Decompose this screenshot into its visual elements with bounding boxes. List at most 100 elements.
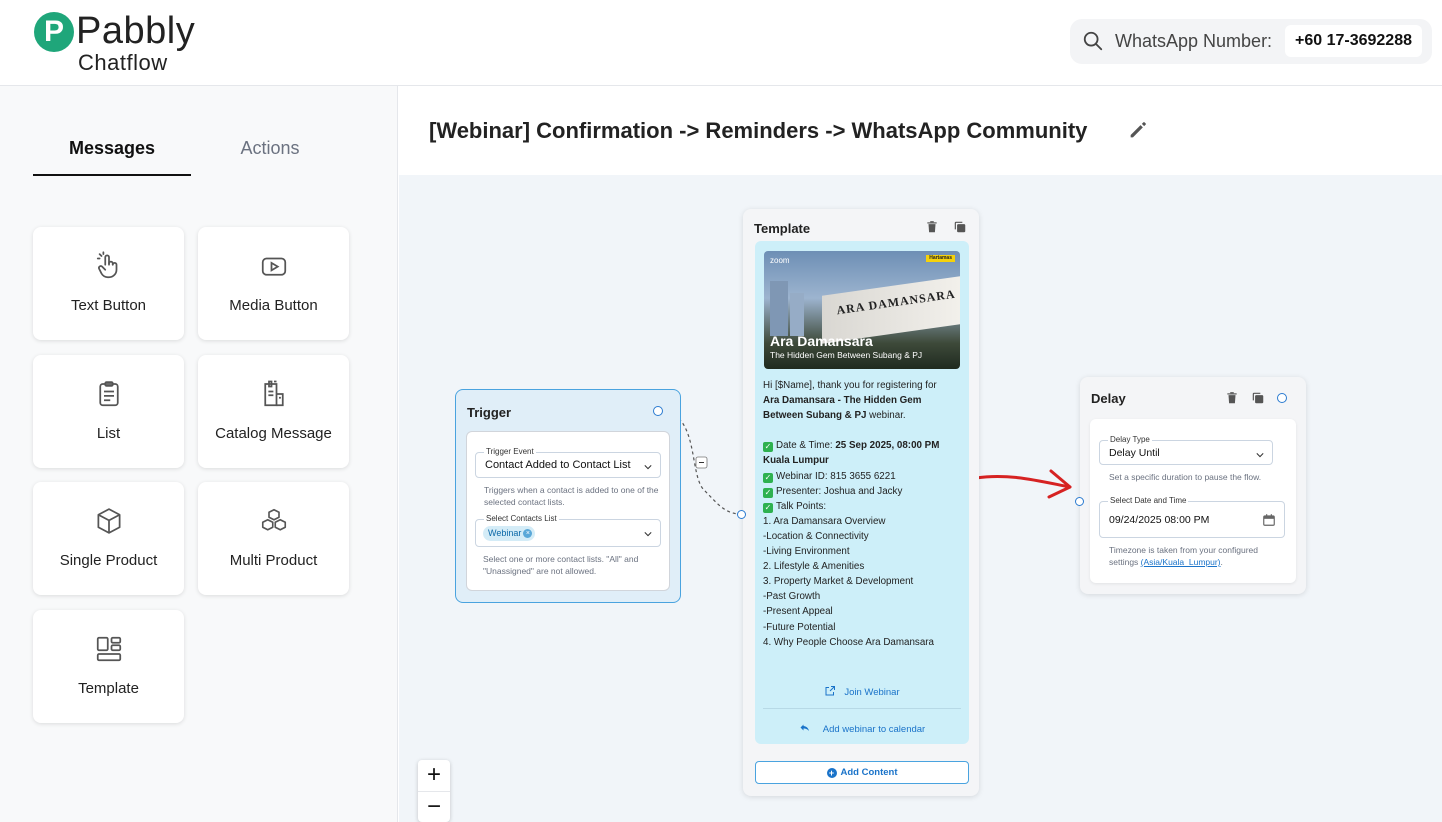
whatsapp-number-label: WhatsApp Number: bbox=[1115, 31, 1273, 51]
palette-item-multi-product[interactable]: Multi Product bbox=[198, 482, 349, 595]
trigger-node-title: Trigger bbox=[467, 405, 512, 420]
building-shape bbox=[770, 281, 788, 336]
play-button-icon bbox=[261, 257, 286, 276]
palette-item-single-product[interactable]: Single Product bbox=[33, 482, 184, 595]
banner-subtitle: The Hidden Gem Between Subang & PJ bbox=[770, 350, 923, 360]
tap-hand-icon bbox=[96, 251, 117, 279]
contacts-list-hint: Select one or more contact lists. "All" … bbox=[483, 554, 639, 576]
copy-icon[interactable] bbox=[953, 220, 967, 234]
contact-list-chip[interactable]: Webinar × bbox=[483, 526, 536, 541]
webinar-id-text: Webinar ID: 815 3655 6221 bbox=[776, 470, 896, 482]
trash-icon[interactable] bbox=[1225, 391, 1239, 405]
delay-datetime-value: 09/24/2025 08:00 PM bbox=[1109, 514, 1210, 526]
check-icon: ✓ bbox=[763, 502, 773, 513]
check-icon: ✓ bbox=[763, 487, 773, 498]
add-content-button[interactable]: + Add Content bbox=[755, 761, 969, 784]
delay-type-hint: Set a specific duration to pause the flo… bbox=[1109, 472, 1262, 482]
tab-actions[interactable]: Actions bbox=[191, 126, 349, 176]
trigger-config-panel: Trigger Event Contact Added to Contact L… bbox=[466, 431, 670, 591]
check-icon: ✓ bbox=[763, 472, 773, 483]
contacts-list-select[interactable]: Select Contacts List Webinar × bbox=[475, 514, 661, 547]
palette-item-label: Media Button bbox=[229, 297, 318, 314]
template-node-title: Template bbox=[754, 221, 811, 236]
delay-type-select[interactable]: Delay Type Delay Until bbox=[1099, 435, 1273, 465]
contacts-list-label: Select Contacts List bbox=[484, 514, 559, 523]
delay-type-value: Delay Until bbox=[1109, 447, 1160, 459]
trigger-event-select[interactable]: Trigger Event Contact Added to Contact L… bbox=[475, 447, 661, 478]
chip-label: Webinar bbox=[488, 528, 522, 538]
hartamas-tag: Hartamas bbox=[926, 255, 955, 262]
building-shape bbox=[790, 293, 804, 336]
delay-datetime-input[interactable]: Select Date and Time 09/24/2025 08:00 PM bbox=[1099, 496, 1285, 538]
talk-point: -Past Growth bbox=[763, 591, 821, 603]
logo-product-name: Chatflow bbox=[78, 50, 168, 75]
chevron-down-icon bbox=[644, 465, 652, 470]
timezone-settings-link[interactable]: (Asia/Kuala_Lumpur) bbox=[1141, 557, 1221, 567]
reply-arrow-icon bbox=[800, 724, 809, 731]
palette-item-label: Multi Product bbox=[229, 552, 318, 569]
pencil-edit-icon[interactable] bbox=[1127, 119, 1149, 141]
pabbly-chatflow-logo[interactable]: P Pabbly Chatflow bbox=[34, 10, 196, 75]
talk-point: -Living Environment bbox=[763, 546, 850, 558]
template-node[interactable]: Template ARA DAMANSARA zoom Hartamas Ara… bbox=[737, 209, 979, 796]
logo-mark: P bbox=[34, 12, 74, 52]
tab-messages[interactable]: Messages bbox=[33, 126, 191, 176]
palette-item-template[interactable]: Template bbox=[33, 610, 184, 723]
zoom-out-button[interactable]: − bbox=[418, 791, 450, 822]
chevron-down-icon bbox=[644, 532, 652, 537]
logo-brand-name: Pabbly bbox=[76, 10, 196, 52]
cube-icon bbox=[97, 508, 120, 534]
zoom-in-button[interactable]: + bbox=[418, 760, 450, 791]
talk-point: 2. Lifestyle & Amenities bbox=[763, 561, 865, 573]
trigger-event-value: Contact Added to Contact List bbox=[485, 459, 631, 471]
search-icon bbox=[1083, 31, 1103, 51]
talk-point: -Present Appeal bbox=[763, 606, 833, 618]
trigger-node[interactable]: Trigger Trigger Event Contact Added to C… bbox=[455, 389, 681, 603]
trash-icon[interactable] bbox=[925, 220, 939, 234]
add-content-label: Add Content bbox=[840, 767, 898, 778]
node-palette-sidebar: Messages Actions Text Button Media Butto… bbox=[0, 86, 398, 822]
check-icon: ✓ bbox=[763, 442, 773, 453]
palette-item-text-button[interactable]: Text Button bbox=[33, 227, 184, 340]
flow-canvas[interactable]: Trigger Trigger Event Contact Added to C… bbox=[399, 175, 1442, 822]
talk-points-label: Talk Points: bbox=[776, 500, 827, 512]
talk-point: 1. Ara Damansara Overview bbox=[763, 515, 886, 527]
zoom-controls: + − bbox=[418, 760, 450, 822]
catalog-icon bbox=[263, 380, 284, 407]
delay-output-port[interactable] bbox=[1277, 393, 1287, 403]
add-to-calendar-button[interactable]: Add webinar to calendar bbox=[755, 722, 969, 735]
timezone-hint-end: . bbox=[1220, 557, 1223, 567]
palette-item-label: Text Button bbox=[70, 297, 147, 314]
template-input-port[interactable] bbox=[737, 510, 746, 519]
clipboard-list-icon bbox=[98, 381, 119, 407]
calendar-icon[interactable] bbox=[1262, 513, 1276, 527]
add-to-calendar-label: Add webinar to calendar bbox=[822, 724, 926, 735]
delay-config-panel: Delay Type Delay Until Set a specific du… bbox=[1090, 419, 1296, 583]
palette-item-label: List bbox=[96, 425, 121, 442]
whatsapp-number-value[interactable]: +60 17-3692288 bbox=[1285, 25, 1422, 57]
palette-item-media-button[interactable]: Media Button bbox=[198, 227, 349, 340]
flow-title: [Webinar] Confirmation -> Reminders -> W… bbox=[429, 118, 1088, 143]
delay-node[interactable]: Delay Delay Type Delay Until Set a speci… bbox=[1075, 377, 1306, 594]
trigger-event-label: Trigger Event bbox=[484, 447, 536, 456]
trigger-event-hint: Triggers when a contact is added to one … bbox=[484, 485, 659, 507]
template-message-bubble: ARA DAMANSARA zoom Hartamas Ara Damansar… bbox=[755, 241, 969, 744]
talk-point: -Location & Connectivity bbox=[763, 530, 869, 542]
flow-title-bar: [Webinar] Confirmation -> Reminders -> W… bbox=[399, 86, 1442, 175]
plus-circle-icon: + bbox=[826, 768, 837, 778]
palette-item-catalog-message[interactable]: Catalog Message bbox=[198, 355, 349, 468]
palette-item-label: Template bbox=[78, 680, 139, 697]
delay-node-title: Delay bbox=[1091, 391, 1126, 406]
trigger-output-port[interactable] bbox=[653, 406, 663, 416]
talk-point: 3. Property Market & Development bbox=[763, 576, 914, 588]
join-webinar-button[interactable]: Join Webinar bbox=[755, 685, 969, 698]
palette-item-list[interactable]: List bbox=[33, 355, 184, 468]
whatsapp-number-selector[interactable]: WhatsApp Number: +60 17-3692288 bbox=[1070, 19, 1432, 64]
cubes-icon bbox=[261, 508, 286, 531]
webinar-banner-image: ARA DAMANSARA zoom Hartamas Ara Damansar… bbox=[764, 251, 960, 369]
close-icon[interactable]: × bbox=[523, 529, 533, 538]
zoom-logo: zoom bbox=[770, 256, 790, 265]
template-message-text: Hi [$Name], thank you for registering fo… bbox=[763, 378, 963, 650]
delay-input-port[interactable] bbox=[1075, 497, 1084, 506]
copy-icon[interactable] bbox=[1251, 391, 1265, 405]
